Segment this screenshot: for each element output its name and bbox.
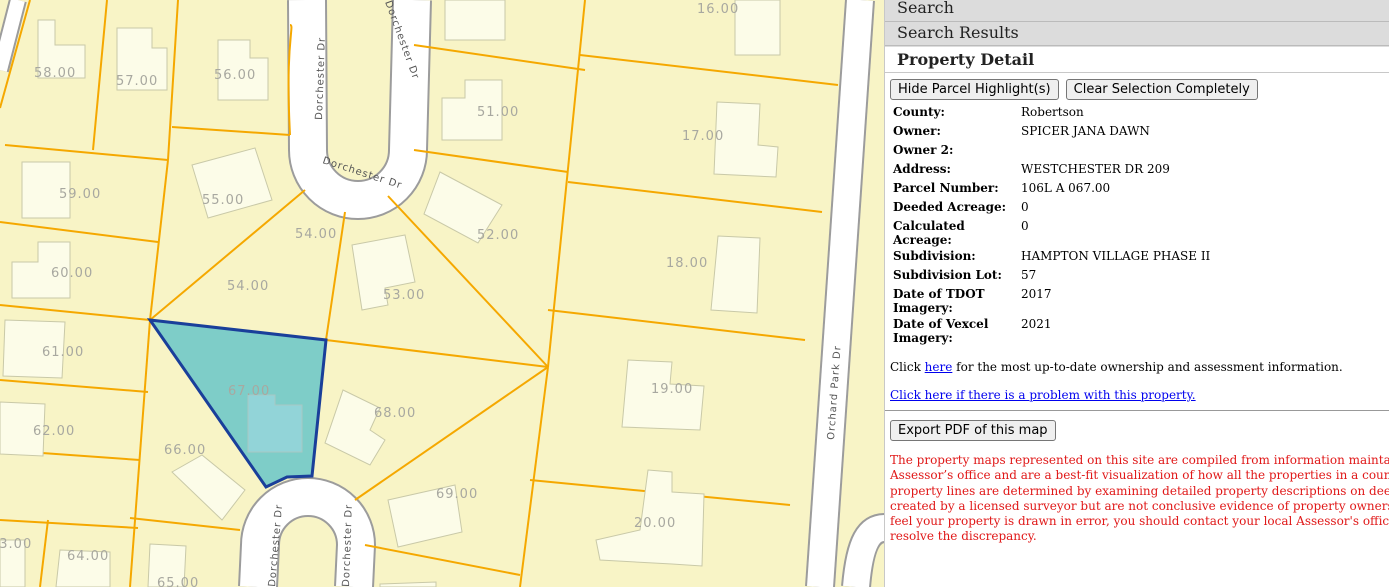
lot-label: 58.00 (34, 66, 76, 81)
assessment-info-prefix: Click (890, 360, 925, 374)
property-value: 0 (1021, 219, 1029, 233)
property-label: Parcel Number: (893, 181, 999, 195)
property-label: Subdivision Lot: (893, 268, 1002, 282)
property-row: Address: WESTCHESTER DR 209 (890, 161, 1213, 180)
lot-label: 59.00 (59, 187, 101, 202)
lot-label: 65.00 (157, 576, 199, 587)
property-value: 57 (1021, 268, 1037, 282)
property-label: Deeded Acreage: (893, 200, 1007, 214)
disclaimer-line: resolve the discrepancy. (890, 529, 1037, 544)
lot-label: 69.00 (436, 487, 478, 502)
lot-label: 52.00 (477, 228, 519, 243)
disclaimer-line: Assessor’s office and are a best-fit vis… (890, 468, 1389, 483)
property-label: Address: (893, 162, 951, 176)
lot-label: 60.00 (51, 266, 93, 281)
property-row: Parcel Number: 106L A 067.00 (890, 180, 1213, 199)
property-attributes-table: County: Robertson Owner: SPICER JANA DAWN Ow… (890, 104, 1213, 346)
property-label: County: (893, 105, 945, 119)
lot-label: 18.00 (666, 256, 708, 271)
property-value: HAMPTON VILLAGE PHASE II (1021, 249, 1211, 263)
property-label: Subdivision: (893, 249, 976, 263)
lot-label: 55.00 (202, 193, 244, 208)
lot-label: 67.00 (228, 384, 270, 399)
property-row: Subdivision Lot: 57 (890, 267, 1213, 286)
property-row: Subdivision: HAMPTON VILLAGE PHASE II (890, 248, 1213, 267)
property-value: 106L A 067.00 (1021, 181, 1111, 195)
lot-label: 63.00 (0, 537, 32, 552)
clear-selection-button[interactable]: Clear Selection Completely (1065, 79, 1258, 100)
highlight-button-row: Hide Parcel Highlight(s) Clear Selection… (890, 78, 1384, 100)
property-label: Calculated Acreage: (893, 219, 965, 247)
property-value: 2017 (1021, 287, 1052, 301)
export-pdf-button[interactable]: Export PDF of this map (890, 420, 1056, 441)
property-row: Owner 2: (890, 142, 1213, 161)
hide-parcel-highlight-button[interactable]: Hide Parcel Highlight(s) (890, 79, 1059, 100)
property-label: Date of TDOT Imagery: (893, 287, 985, 315)
disclaimer-line: feel your property is drawn in error, yo… (890, 514, 1389, 529)
lot-label: 54.00 (227, 279, 269, 294)
property-row: Date of Vexcel Imagery: 2021 (890, 316, 1213, 346)
property-row: Deeded Acreage: 0 (890, 199, 1213, 218)
lot-label: 66.00 (164, 443, 206, 458)
assessment-info-suffix: for the most up-to-date ownership and as… (952, 360, 1343, 374)
disclaimer-text: The property maps represented on this si… (890, 453, 1389, 545)
report-problem-link[interactable]: Click here if there is a problem with th… (890, 388, 1196, 402)
map-canvas[interactable]: 58.00 57.00 56.00 16.00 51.00 17.00 59.0… (0, 0, 885, 587)
property-row: Calculated Acreage: 0 (890, 218, 1213, 248)
property-detail-content: Hide Parcel Highlight(s) Clear Selection… (885, 73, 1389, 545)
section-divider (885, 410, 1389, 411)
lot-label: 53.00 (383, 288, 425, 303)
lot-label: 64.00 (67, 549, 109, 564)
property-label: Owner 2: (893, 143, 954, 157)
lot-label: 17.00 (682, 129, 724, 144)
property-row: Date of TDOT Imagery: 2017 (890, 286, 1213, 316)
lot-label: 20.00 (634, 516, 676, 531)
lot-label: 57.00 (116, 74, 158, 89)
lot-label: 16.00 (697, 2, 739, 17)
lot-label: 19.00 (651, 382, 693, 397)
property-value (1018, 142, 1213, 161)
lot-label: 54.00 (295, 227, 337, 242)
lot-label: 56.00 (214, 68, 256, 83)
parcel-map[interactable]: 58.00 57.00 56.00 16.00 51.00 17.00 59.0… (0, 0, 885, 587)
section-search-results-header[interactable]: Search Results (885, 22, 1389, 46)
property-label: Owner: (893, 124, 941, 138)
section-search-header[interactable]: Search (885, 0, 1389, 22)
property-panel: Search Search Results Property Detail Hi… (885, 0, 1389, 587)
disclaimer-line: created by a licensed surveyor but are n… (890, 498, 1389, 513)
property-row: Owner: SPICER JANA DAWN (890, 123, 1213, 142)
lot-label: 51.00 (477, 105, 519, 120)
property-label: Date of Vexcel Imagery: (893, 317, 989, 345)
property-value: SPICER JANA DAWN (1021, 124, 1150, 138)
disclaimer-line: The property maps represented on this si… (890, 453, 1389, 467)
property-value: 2021 (1021, 317, 1052, 331)
lot-label: 61.00 (42, 345, 84, 360)
lot-label: 68.00 (374, 406, 416, 421)
assessment-info-link[interactable]: here (925, 360, 953, 374)
section-property-detail-header[interactable]: Property Detail (885, 46, 1389, 73)
property-value: WESTCHESTER DR 209 (1021, 162, 1170, 176)
property-value: 0 (1021, 200, 1029, 214)
assessment-info-text: Click here for the most up-to-date owner… (890, 360, 1384, 374)
lot-label: 62.00 (33, 424, 75, 439)
property-row: County: Robertson (890, 104, 1213, 123)
disclaimer-line: property lines are determined by examini… (890, 483, 1389, 498)
problem-report-line: Click here if there is a problem with th… (890, 388, 1384, 402)
property-value: Robertson (1021, 105, 1084, 119)
